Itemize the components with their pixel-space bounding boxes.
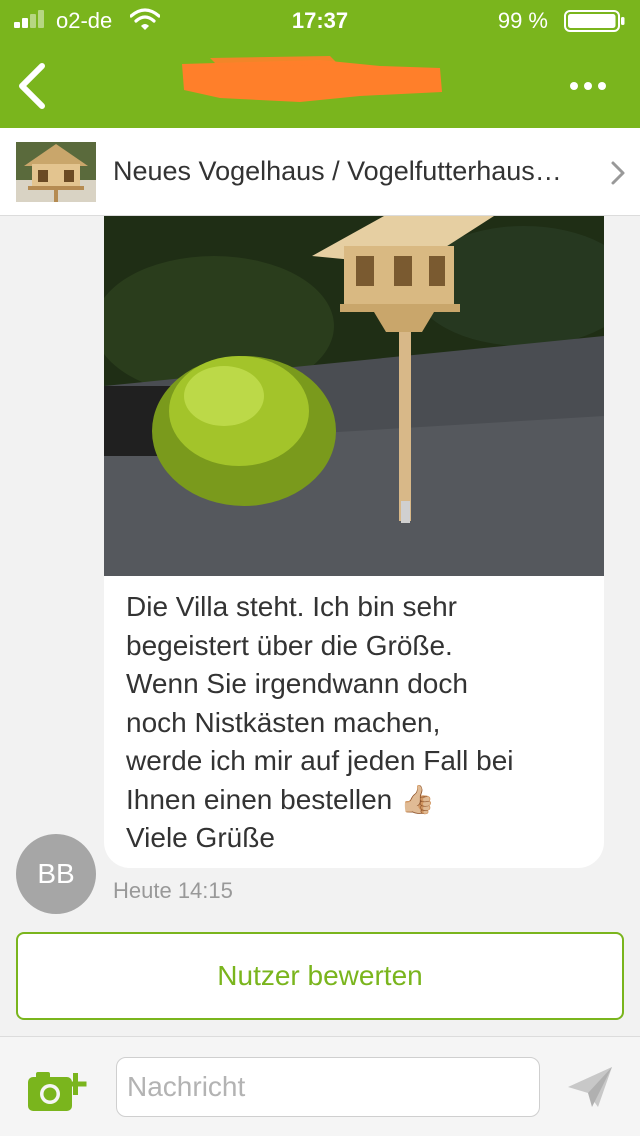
listing-bar[interactable]: Neues Vogelhaus / Vogelfutterhaus… [0, 128, 640, 216]
listing-title: Neues Vogelhaus / Vogelfutterhaus… [113, 156, 562, 186]
chat-screen: o2-de 17:37 99 % Neues Vogelhaus / Vogel… [0, 0, 640, 1136]
message-bubble: Die Villa steht. Ich bin sehr begeistert… [104, 216, 604, 868]
status-bar: o2-de 17:37 99 % [0, 0, 640, 40]
header-bar: o2-de 17:37 99 % [0, 0, 640, 128]
message-input[interactable] [116, 1057, 540, 1117]
message-photo[interactable] [104, 216, 604, 576]
more-options-button[interactable] [568, 76, 608, 96]
sender-avatar[interactable]: BB [16, 834, 96, 914]
battery-icon [564, 10, 625, 32]
back-button[interactable] [12, 60, 52, 112]
message-text: Die Villa steht. Ich bin sehr begeistert… [126, 591, 514, 853]
listing-thumbnail [16, 142, 96, 202]
message-composer [0, 1036, 640, 1136]
send-button[interactable] [566, 1065, 614, 1109]
message-timestamp: Heute 14:15 [113, 878, 233, 903]
battery-percent: 99 % [497, 8, 548, 33]
chat-partner-name-redacted [182, 56, 442, 102]
rate-user-button[interactable]: Nutzer bewerten [16, 932, 624, 1020]
camera-plus-icon[interactable] [26, 1069, 90, 1113]
chevron-right-icon [611, 161, 625, 185]
